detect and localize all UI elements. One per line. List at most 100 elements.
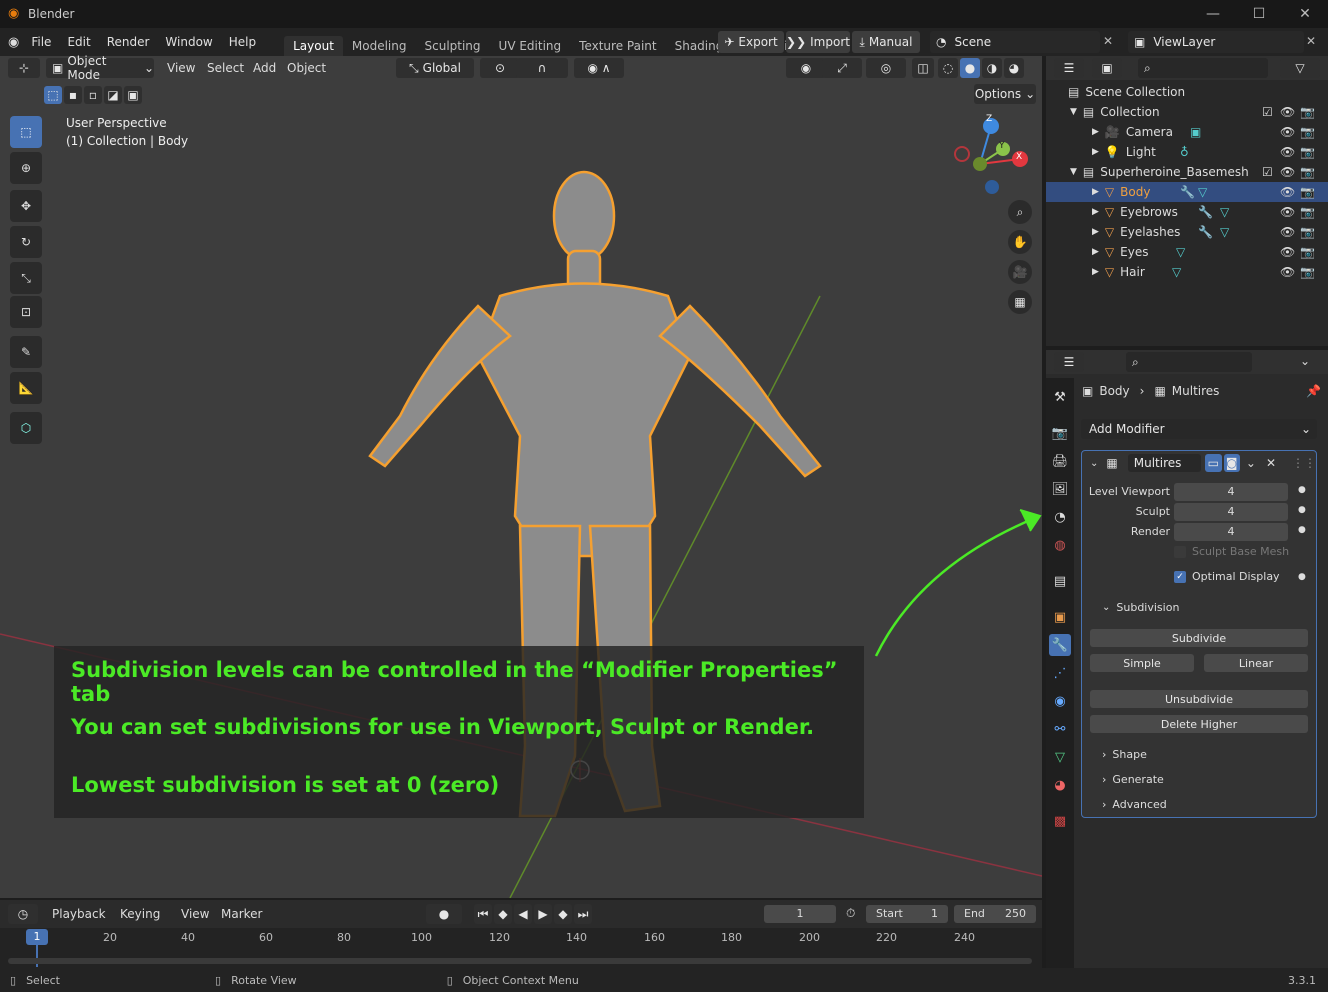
outliner-row-hair[interactable]: ▶ ▽ Hair ▽ 👁 📷 <box>1046 262 1328 282</box>
stopwatch-icon[interactable]: ⏱ <box>846 906 855 921</box>
camera-icon[interactable]: 📷 <box>1300 265 1315 279</box>
expand-triangle-icon[interactable]: ▶ <box>1092 207 1099 217</box>
render-camera-icon[interactable]: ◙ <box>1223 454 1240 472</box>
menu-select[interactable]: Select <box>207 61 244 75</box>
tab-sculpting[interactable]: Sculpting <box>416 36 490 56</box>
data-tab-icon[interactable]: ▽ <box>1049 746 1071 768</box>
eye-icon[interactable]: 👁 <box>1280 245 1295 259</box>
expand-triangle-icon[interactable]: ▶ <box>1092 147 1099 157</box>
eye-icon[interactable]: 👁 <box>1280 165 1295 179</box>
properties-search-input[interactable]: ⌕ <box>1126 352 1252 372</box>
maximize-button[interactable]: ☐ <box>1236 0 1282 28</box>
display-mode-dropdown[interactable]: ▣ <box>1092 58 1122 78</box>
realtime-display-icon[interactable]: ▭ <box>1205 454 1222 472</box>
keyframe-dot-icon[interactable]: ● <box>1298 505 1306 515</box>
outliner-search-input[interactable]: ⌕ <box>1138 58 1268 78</box>
outliner-row-body[interactable]: ▶ ▽ Body 🔧 ▽ 👁 📷 <box>1046 182 1328 202</box>
material-shading-icon[interactable]: ◑ <box>982 58 1002 78</box>
eye-icon[interactable]: 👁 <box>1280 225 1295 239</box>
expand-triangle-icon[interactable]: ▶ <box>1092 267 1099 277</box>
object-mode-dropdown[interactable]: ▣ Object Mode ⌄ <box>46 54 154 82</box>
outliner-editor-type[interactable]: ☰ <box>1054 58 1084 78</box>
checkbox-icon[interactable]: ☑ <box>1262 105 1273 119</box>
eye-icon[interactable]: 👁 <box>1280 185 1295 199</box>
solid-shading-icon[interactable]: ● <box>960 58 980 78</box>
generate-subpanel-header[interactable]: › Generate <box>1102 773 1164 786</box>
pin-icon[interactable]: 📌 <box>1306 384 1321 398</box>
chevron-down-icon[interactable]: ⌄ <box>1246 456 1256 470</box>
subdivide-button[interactable]: Subdivide <box>1090 629 1308 647</box>
outliner-row-eyelashes[interactable]: ▶ ▽ Eyelashes 🔧 ▽ 👁 📷 <box>1046 222 1328 242</box>
physics-tab-icon[interactable]: ◉ <box>1049 690 1071 712</box>
checkbox-icon[interactable]: ☑ <box>1262 165 1273 179</box>
rendered-shading-icon[interactable]: ◕ <box>1004 58 1024 78</box>
render-level-input[interactable]: 4 <box>1174 523 1288 541</box>
jump-end-icon[interactable]: ⏭ <box>574 904 592 924</box>
texture-tab-icon[interactable]: ▩ <box>1049 810 1071 832</box>
simple-button[interactable]: Simple <box>1090 654 1194 672</box>
camera-view-icon[interactable]: 🎥 <box>1008 260 1032 284</box>
camera-icon[interactable]: 📷 <box>1300 245 1315 259</box>
menu-file[interactable]: File <box>23 35 59 49</box>
constraints-tab-icon[interactable]: ⚯ <box>1049 718 1071 740</box>
cursor-tool[interactable]: ⊕ <box>10 152 42 184</box>
tab-uv-editing[interactable]: UV Editing <box>490 36 571 56</box>
level-viewport-input[interactable]: 4 <box>1174 483 1288 501</box>
material-tab-icon[interactable]: ◕ <box>1049 774 1071 796</box>
rotate-tool[interactable]: ↻ <box>10 226 42 258</box>
current-frame-input[interactable]: 1 <box>764 905 836 923</box>
pan-hand-icon[interactable]: ✋ <box>1008 230 1032 254</box>
overlay-toggle[interactable]: ◎ <box>866 58 906 78</box>
camera-icon[interactable]: 📷 <box>1300 225 1315 239</box>
record-button[interactable]: ● <box>426 904 462 924</box>
wireframe-shading-icon[interactable]: ◌ <box>938 58 958 78</box>
keyframe-dot-icon[interactable]: ● <box>1298 485 1306 495</box>
camera-icon[interactable]: 📷 <box>1300 145 1315 159</box>
proportional-edit-toggle[interactable]: ◉ ∧ <box>574 58 624 78</box>
eye-icon[interactable]: 👁 <box>1280 105 1295 119</box>
ortho-grid-icon[interactable]: ▦ <box>1008 290 1032 314</box>
object-tab-icon[interactable]: ▣ <box>1049 606 1071 628</box>
tab-modeling[interactable]: Modeling <box>343 36 416 56</box>
select-invert-icon[interactable]: ◪ <box>104 86 122 104</box>
collection-tab-icon[interactable]: ▤ <box>1049 570 1071 592</box>
end-frame-input[interactable]: End 250 <box>954 905 1036 923</box>
timeline-ruler[interactable]: 1 20 40 60 80 100 120 140 160 180 200 22… <box>0 928 1042 968</box>
keyframe-dot-icon[interactable]: ● <box>1298 572 1306 582</box>
eye-icon[interactable]: 👁 <box>1280 125 1295 139</box>
select-subtract-icon[interactable]: ▫ <box>84 86 102 104</box>
menu-timeline-view[interactable]: View <box>181 907 209 921</box>
linear-button[interactable]: Linear <box>1204 654 1308 672</box>
collapse-triangle-icon[interactable]: ▼ <box>1070 107 1077 117</box>
menu-object[interactable]: Object <box>287 61 326 75</box>
prev-keyframe-icon[interactable]: ◆ <box>494 904 512 924</box>
eye-icon[interactable]: 👁 <box>1280 265 1295 279</box>
outliner-row-light[interactable]: ▶ 💡 Light ♁ 👁 📷 <box>1046 142 1328 162</box>
eye-icon[interactable]: 👁 <box>1280 145 1295 159</box>
advanced-subpanel-header[interactable]: › Advanced <box>1102 798 1167 811</box>
play-icon[interactable]: ▶ <box>534 904 552 924</box>
minimize-button[interactable]: — <box>1190 0 1236 28</box>
playhead-frame-marker[interactable]: 1 <box>26 929 48 945</box>
play-reverse-icon[interactable]: ◀ <box>514 904 532 924</box>
scale-tool[interactable]: ⤡ <box>10 262 42 294</box>
modifier-tab-icon[interactable]: 🔧 <box>1049 634 1071 656</box>
close-window-button[interactable]: ✕ <box>1282 0 1328 28</box>
drag-handle-icon[interactable]: ⋮⋮ <box>1292 456 1316 470</box>
blender-menu-icon[interactable]: ◉ <box>8 35 19 50</box>
select-box-tool[interactable]: ⬚ <box>10 116 42 148</box>
visibility-dropdown[interactable]: ◉ <box>786 58 826 78</box>
particles-tab-icon[interactable]: ⋰ <box>1049 662 1071 684</box>
unsubdivide-button[interactable]: Unsubdivide <box>1090 690 1308 708</box>
view-layer-tab-icon[interactable]: 🖼 <box>1049 478 1071 500</box>
optimal-display-checkbox[interactable]: ✓ Optimal Display <box>1174 570 1280 583</box>
transform-tool[interactable]: ⊡ <box>10 296 42 328</box>
subdivision-subpanel-header[interactable]: ⌄ Subdivision <box>1102 601 1179 614</box>
expand-triangle-icon[interactable]: ▶ <box>1092 127 1099 137</box>
tab-texture-paint[interactable]: Texture Paint <box>570 36 665 56</box>
menu-keying[interactable]: Keying <box>120 907 160 921</box>
timeline-scrollbar[interactable] <box>8 958 1032 964</box>
xray-toggle[interactable]: ◫ <box>912 58 934 78</box>
menu-view[interactable]: View <box>167 61 195 75</box>
world-tab-icon[interactable]: ◍ <box>1049 534 1071 556</box>
